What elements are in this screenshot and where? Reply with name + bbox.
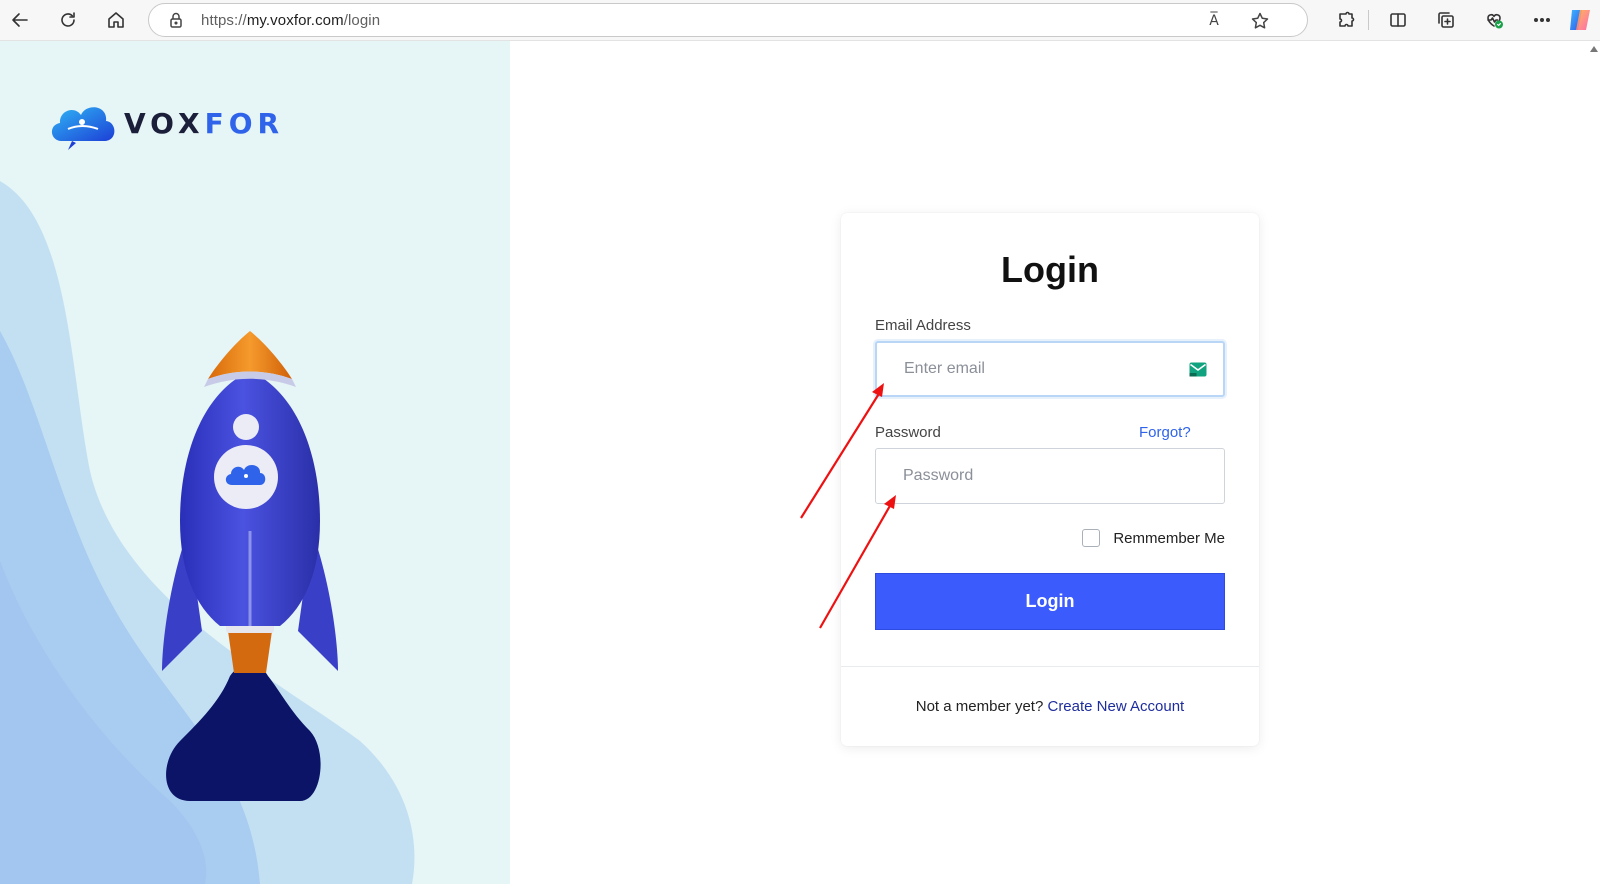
rocket-illustration xyxy=(162,331,338,801)
lock-icon xyxy=(167,11,185,29)
voxfor-logo[interactable]: VOXFOR xyxy=(46,93,284,153)
brand-name: VOXFOR xyxy=(124,107,284,140)
password-input[interactable] xyxy=(876,449,1224,503)
url-text: https://my.voxfor.com/login xyxy=(201,12,380,29)
card-divider xyxy=(841,666,1259,667)
remember-me-checkbox[interactable] xyxy=(1082,529,1101,547)
hero-panel: VOXFOR xyxy=(0,41,510,884)
email-label: Email Address xyxy=(875,317,971,334)
signup-prompt: Not a member yet? xyxy=(915,698,1044,715)
toolbar-separator xyxy=(1368,10,1369,30)
more-dots-icon xyxy=(1533,18,1551,23)
extensions-button[interactable] xyxy=(1330,4,1362,36)
remember-me[interactable]: Remmember Me xyxy=(1082,529,1225,547)
browser-essentials-button[interactable] xyxy=(1478,4,1510,36)
address-bar[interactable]: https://my.voxfor.com/login A̅ xyxy=(148,3,1308,37)
star-icon xyxy=(1251,12,1269,29)
forgot-password-link[interactable]: Forgot? xyxy=(1139,424,1191,441)
email-field[interactable] xyxy=(875,341,1225,397)
email-input[interactable] xyxy=(877,343,1223,395)
read-aloud-icon: A̅ xyxy=(1209,13,1219,29)
url-scheme: https:// xyxy=(201,12,247,29)
remember-me-label: Remmember Me xyxy=(1113,529,1225,547)
split-screen-button[interactable] xyxy=(1382,4,1414,36)
brand-name-for: FOR xyxy=(204,106,285,140)
refresh-icon xyxy=(61,12,75,27)
read-aloud-button[interactable]: A̅ xyxy=(1201,8,1227,34)
url-host: my.voxfor.com xyxy=(246,12,344,29)
login-card: Login Email Address Password Forgot? Rem… xyxy=(841,213,1259,746)
more-menu-button[interactable] xyxy=(1526,4,1558,36)
favorite-button[interactable] xyxy=(1247,8,1273,34)
signup-prompt-row: Not a member yet? Create New Account xyxy=(841,698,1259,715)
home-icon xyxy=(108,12,124,28)
login-title: Login xyxy=(1001,249,1099,290)
browser-toolbar: https://my.voxfor.com/login A̅ xyxy=(0,0,1600,41)
cloud-logo-icon xyxy=(51,107,115,150)
email-envelope-icon xyxy=(1189,362,1207,377)
home-button[interactable] xyxy=(100,4,132,36)
arrow-left-icon xyxy=(12,13,28,27)
split-screen-icon xyxy=(1390,13,1406,27)
puzzle-icon xyxy=(1339,11,1355,27)
create-account-link[interactable]: Create New Account xyxy=(1047,698,1184,715)
back-button[interactable] xyxy=(4,4,36,36)
collections-button[interactable] xyxy=(1430,4,1462,36)
copilot-icon[interactable] xyxy=(1566,6,1594,34)
login-button[interactable]: Login xyxy=(875,573,1225,630)
collections-icon xyxy=(1438,12,1454,28)
brand-name-vox: VOX xyxy=(124,106,205,140)
password-label: Password xyxy=(875,424,941,441)
password-field[interactable] xyxy=(875,448,1225,504)
scroll-up-arrow-icon[interactable] xyxy=(1590,46,1598,52)
url-path: /login xyxy=(343,12,381,29)
heart-pulse-icon xyxy=(1487,14,1504,29)
refresh-button[interactable] xyxy=(52,4,84,36)
